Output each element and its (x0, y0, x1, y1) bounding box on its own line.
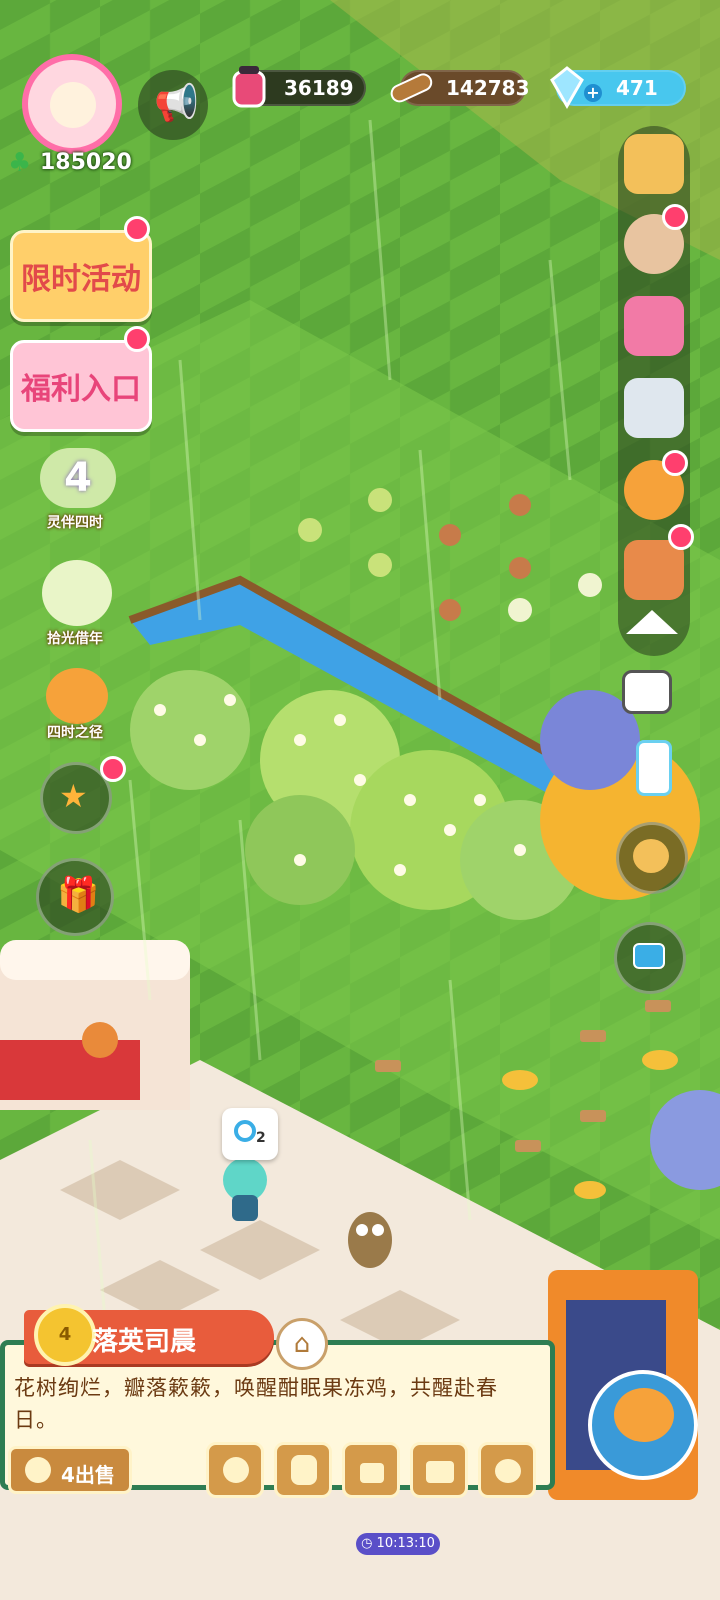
sell-button[interactable]: 4出售 (8, 1446, 132, 1494)
collect-box-button[interactable] (410, 1442, 468, 1498)
owl-npc[interactable] (348, 1212, 392, 1268)
tv-icon (633, 943, 665, 969)
angel-chick-companion[interactable] (588, 1370, 698, 1480)
backpack-icon (291, 1455, 317, 1485)
rotate-phone-icon[interactable] (636, 740, 672, 796)
sell-label: 4出售 (61, 1463, 115, 1487)
potion-icon (232, 66, 266, 108)
clock-text: 10:13:10 (376, 1536, 435, 1551)
video-tv-button[interactable] (614, 922, 686, 994)
gem-icon (550, 66, 584, 110)
cat-face-button[interactable] (478, 1442, 536, 1498)
notification-dot (668, 524, 694, 550)
coin-stack-icon (25, 1457, 51, 1483)
gift-box-icon: 🎁 (57, 875, 100, 915)
wood-resource[interactable]: 142783 (390, 70, 530, 106)
notification-dot (662, 204, 688, 230)
camera-icon[interactable] (622, 670, 672, 714)
avatar-face (50, 82, 96, 128)
box-download-icon (426, 1461, 454, 1483)
padlock-icon (360, 1463, 384, 1483)
quest-title: 落英司晨 (92, 1327, 197, 1357)
welfare-label: 福利入口 (21, 372, 141, 407)
potion-count: 36189 (284, 76, 354, 100)
task-count: 2 (256, 1130, 266, 1146)
notification-dot (100, 756, 126, 782)
rooster-icon (633, 839, 669, 873)
cake-shop[interactable] (0, 940, 190, 1110)
companion-label: 灵伴四时 (47, 515, 103, 531)
chick-icon (614, 1388, 674, 1442)
potion-resource[interactable]: 36189 (232, 66, 366, 108)
collapse-arrow-icon[interactable] (626, 610, 678, 634)
wood-count: 142783 (446, 76, 530, 100)
unlock-button[interactable] (342, 1442, 400, 1498)
chat-phone-icon[interactable] (624, 378, 684, 438)
quest-description: 花树绚烂，瓣落簌簌，唤醒酣眠果冻鸡，共醒赴春日。 (14, 1376, 498, 1432)
pick-light-label: 拾光借年 (47, 631, 103, 647)
limited-event-button[interactable]: 限时活动 (10, 230, 152, 322)
notification-dot (662, 450, 688, 476)
notification-dot (124, 216, 150, 242)
backpack-button[interactable] (274, 1442, 332, 1498)
clover-count: 185020 (40, 150, 132, 175)
cat-face-icon (495, 1459, 521, 1483)
chick-hand-icon (223, 1457, 249, 1483)
home-icon[interactable]: ⌂ (276, 1318, 328, 1370)
player-avatar[interactable] (22, 54, 122, 154)
task-target-icon (234, 1120, 256, 1142)
gem-resource[interactable]: + 471 (550, 66, 686, 110)
gem-count: 471 (616, 76, 658, 100)
welfare-button[interactable]: 福利入口 (10, 340, 152, 432)
rooster-badge-button[interactable] (616, 822, 688, 894)
quest-level-badge: 4 (34, 1304, 96, 1366)
cards-book-icon[interactable] (624, 296, 684, 356)
shop-stall-icon[interactable] (624, 134, 684, 194)
four-seasons-path-icon[interactable] (46, 668, 108, 724)
clock-icon: ◷ (361, 1536, 373, 1551)
megaphone-icon: 📢 (154, 83, 199, 124)
feed-chick-button[interactable] (206, 1442, 264, 1498)
pick-light-event-icon[interactable] (42, 560, 112, 626)
companion-event-icon[interactable]: 4 (40, 448, 116, 508)
four-seasons-label: 四时之径 (47, 725, 103, 741)
notification-dot (124, 326, 150, 352)
wood-log-icon (390, 73, 433, 103)
limited-event-label: 限时活动 (21, 262, 141, 297)
star-box-icon: ★ (59, 777, 88, 815)
task-bubble[interactable]: 2 (222, 1108, 278, 1160)
announcement-button[interactable]: 📢 (138, 70, 208, 140)
clock-timer: ◷ 10:13:10 (356, 1533, 440, 1555)
shop-gift-button[interactable]: 🎁 (36, 858, 114, 936)
add-gem-icon[interactable]: + (584, 84, 602, 102)
clover-icon: ♣ (8, 148, 32, 178)
